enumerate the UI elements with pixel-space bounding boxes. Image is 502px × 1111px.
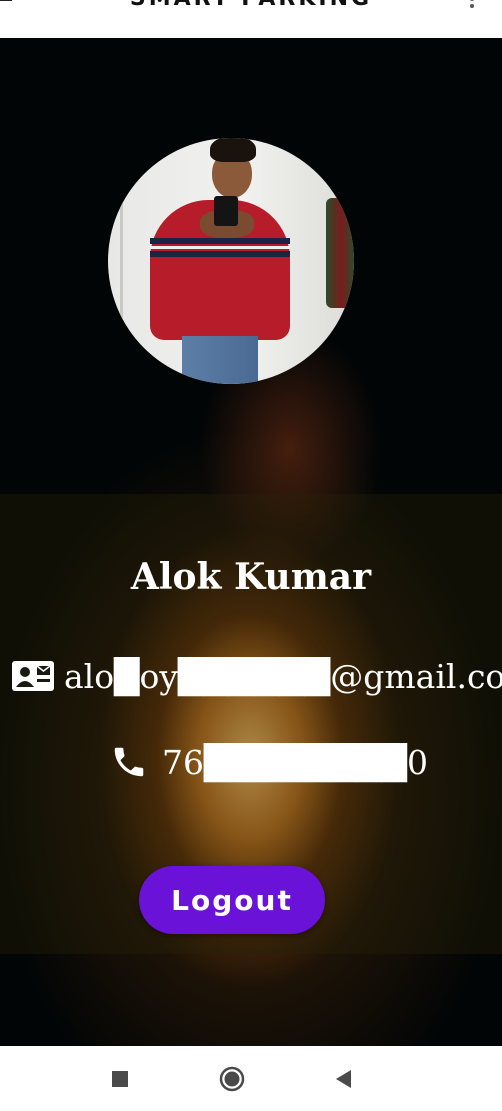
user-email: alo█oy██████@gmail.com: [64, 656, 502, 696]
app-title: SMART PARKING: [0, 0, 502, 11]
profile-background: Alok Kumar alo█oy██████@gmail.com 76████…: [0, 38, 502, 1046]
logout-button[interactable]: Logout: [139, 866, 325, 934]
profile-photo: [108, 138, 354, 384]
photo-phone: [214, 196, 238, 226]
photo-jacket-stripe: [150, 246, 290, 249]
phone-icon: [114, 747, 144, 777]
contact-card-icon: [12, 661, 54, 691]
photo-person-jeans: [182, 336, 258, 384]
photo-jacket-stripe: [150, 251, 290, 257]
triangle-back-icon[interactable]: [330, 1066, 356, 1092]
photo-background-object: [326, 198, 354, 308]
user-phone: 76████████0: [162, 742, 429, 782]
app-bar: SMART PARKING: [0, 0, 502, 38]
photo-background-door: [120, 138, 123, 384]
photo-jacket-stripe: [150, 238, 290, 244]
profile-info-panel: Alok Kumar alo█oy██████@gmail.com 76████…: [0, 494, 502, 954]
system-nav-bar: [0, 1046, 502, 1111]
square-recents-icon[interactable]: [107, 1066, 133, 1092]
user-name: Alok Kumar: [130, 556, 372, 598]
photo-person-hair: [210, 138, 256, 162]
email-row: alo█oy██████@gmail.com: [12, 656, 502, 696]
circle-home-icon[interactable]: [219, 1066, 245, 1092]
more-vert-icon[interactable]: [468, 0, 476, 11]
phone-row: 76████████0: [110, 742, 428, 782]
